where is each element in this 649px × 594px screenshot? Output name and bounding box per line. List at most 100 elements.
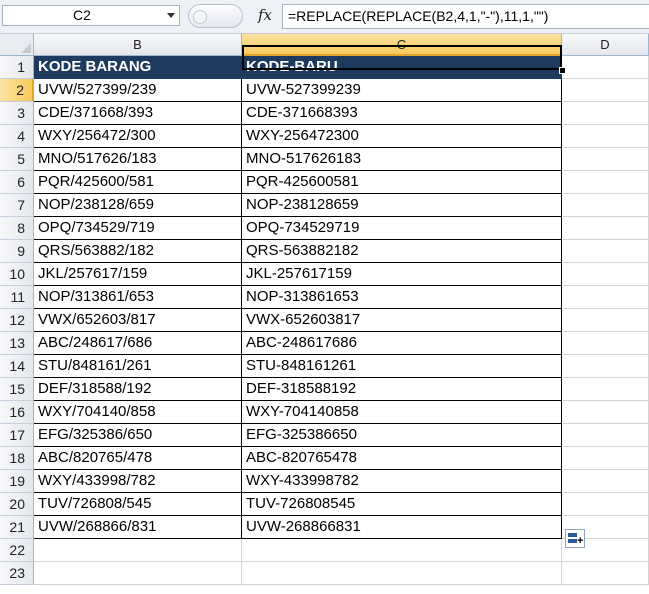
cell-d[interactable]	[562, 424, 649, 447]
cell-b[interactable]	[34, 539, 242, 562]
cell-c[interactable]: ABC-820765478	[242, 447, 562, 470]
row-header[interactable]: 12	[0, 309, 34, 332]
fill-handle[interactable]	[559, 67, 566, 74]
cell-d[interactable]	[562, 171, 649, 194]
row-header[interactable]: 10	[0, 263, 34, 286]
row-header[interactable]: 5	[0, 148, 34, 171]
row-header[interactable]: 22	[0, 539, 34, 562]
row-header[interactable]: 2	[0, 79, 34, 102]
row-header[interactable]: 21	[0, 516, 34, 539]
cell-b[interactable]: KODE BARANG	[34, 56, 242, 79]
cell-b[interactable]: UVW/268866/831	[34, 516, 242, 539]
cell-d[interactable]	[562, 125, 649, 148]
column-header-c[interactable]: C	[242, 34, 562, 56]
row-header[interactable]: 20	[0, 493, 34, 516]
cell-c[interactable]: KODE-BARU	[242, 56, 562, 79]
cell-d[interactable]	[562, 148, 649, 171]
cell-b[interactable]: ABC/820765/478	[34, 447, 242, 470]
cell-d[interactable]	[562, 309, 649, 332]
cell-b[interactable]: MNO/517626/183	[34, 148, 242, 171]
cell-d[interactable]	[562, 470, 649, 493]
cell-c[interactable]: VWX-652603817	[242, 309, 562, 332]
cell-d[interactable]	[562, 263, 649, 286]
cell-b[interactable]: STU/848161/261	[34, 355, 242, 378]
cell-b[interactable]: PQR/425600/581	[34, 171, 242, 194]
cell-b[interactable]: QRS/563882/182	[34, 240, 242, 263]
row-header[interactable]: 17	[0, 424, 34, 447]
row-header[interactable]: 8	[0, 217, 34, 240]
cell-b[interactable]: WXY/704140/858	[34, 401, 242, 424]
cell-c[interactable]: QRS-563882182	[242, 240, 562, 263]
cell-c[interactable]: STU-848161261	[242, 355, 562, 378]
cell-c[interactable]: UVW-527399239	[242, 79, 562, 102]
cell-b[interactable]: ABC/248617/686	[34, 332, 242, 355]
cell-d[interactable]	[562, 194, 649, 217]
cell-c[interactable]: EFG-325386650	[242, 424, 562, 447]
row-header[interactable]: 14	[0, 355, 34, 378]
cell-d[interactable]	[562, 79, 649, 102]
insert-function-icon[interactable]: fx	[258, 6, 272, 24]
cell-c[interactable]: CDE-371668393	[242, 102, 562, 125]
cell-c[interactable]: WXY-433998782	[242, 470, 562, 493]
row-header[interactable]: 18	[0, 447, 34, 470]
cell-c[interactable]: NOP-238128659	[242, 194, 562, 217]
cell-b[interactable]: NOP/313861/653	[34, 286, 242, 309]
worksheet-grid[interactable]: B C D 1 KODE BARANG KODE-BARU 2 UVW/527399/2…	[0, 34, 649, 594]
row-header[interactable]: 9	[0, 240, 34, 263]
cell-d[interactable]	[562, 562, 649, 585]
cell-b[interactable]: OPQ/734529/719	[34, 217, 242, 240]
cell-b[interactable]: TUV/726808/545	[34, 493, 242, 516]
row-header[interactable]: 19	[0, 470, 34, 493]
cell-d[interactable]	[562, 217, 649, 240]
select-all-corner[interactable]	[0, 34, 34, 56]
cell-c[interactable]: WXY-256472300	[242, 125, 562, 148]
cell-d[interactable]	[562, 401, 649, 424]
row-header[interactable]: 23	[0, 562, 34, 585]
cell-b[interactable]: EFG/325386/650	[34, 424, 242, 447]
cell-c[interactable]: JKL-257617159	[242, 263, 562, 286]
cell-d[interactable]	[562, 286, 649, 309]
row-header[interactable]: 11	[0, 286, 34, 309]
cell-c[interactable]: WXY-704140858	[242, 401, 562, 424]
cell-c[interactable]	[242, 562, 562, 585]
cell-d[interactable]	[562, 56, 649, 79]
cell-d[interactable]	[562, 102, 649, 125]
cell-c[interactable]: DEF-318588192	[242, 378, 562, 401]
cell-c[interactable]: NOP-313861653	[242, 286, 562, 309]
cell-b[interactable]: DEF/318588/192	[34, 378, 242, 401]
cell-b[interactable]: NOP/238128/659	[34, 194, 242, 217]
cell-d[interactable]	[562, 355, 649, 378]
row-header[interactable]: 3	[0, 102, 34, 125]
formula-bar-splitter[interactable]	[188, 4, 243, 28]
cell-c[interactable]: UVW-268866831	[242, 516, 562, 539]
cell-b[interactable]: CDE/371668/393	[34, 102, 242, 125]
cell-b[interactable]: UVW/527399/239	[34, 79, 242, 102]
autofill-options-icon[interactable]: +	[565, 529, 585, 548]
cell-c[interactable]	[242, 539, 562, 562]
cell-c[interactable]: MNO-517626183	[242, 148, 562, 171]
name-box[interactable]: C2	[2, 5, 180, 26]
row-header[interactable]: 13	[0, 332, 34, 355]
cell-c[interactable]: PQR-425600581	[242, 171, 562, 194]
column-header-d[interactable]: D	[562, 34, 649, 56]
row-header[interactable]: 15	[0, 378, 34, 401]
cell-c[interactable]: OPQ-734529719	[242, 217, 562, 240]
cell-d[interactable]	[562, 240, 649, 263]
row-header[interactable]: 6	[0, 171, 34, 194]
cell-b[interactable]: VWX/652603/817	[34, 309, 242, 332]
row-header[interactable]: 7	[0, 194, 34, 217]
cell-b[interactable]: WXY/433998/782	[34, 470, 242, 493]
row-header[interactable]: 1	[0, 56, 34, 79]
cell-d[interactable]	[562, 332, 649, 355]
cell-b[interactable]	[34, 562, 242, 585]
formula-input[interactable]: =REPLACE(REPLACE(B2,4,1,"-"),11,1,"")	[282, 4, 649, 29]
cell-d[interactable]	[562, 493, 649, 516]
cell-b[interactable]: WXY/256472/300	[34, 125, 242, 148]
row-header[interactable]: 16	[0, 401, 34, 424]
cell-b[interactable]: JKL/257617/159	[34, 263, 242, 286]
cell-c[interactable]: ABC-248617686	[242, 332, 562, 355]
cell-c[interactable]: TUV-726808545	[242, 493, 562, 516]
column-header-b[interactable]: B	[34, 34, 242, 56]
cell-d[interactable]	[562, 447, 649, 470]
chevron-down-icon[interactable]	[167, 13, 175, 18]
